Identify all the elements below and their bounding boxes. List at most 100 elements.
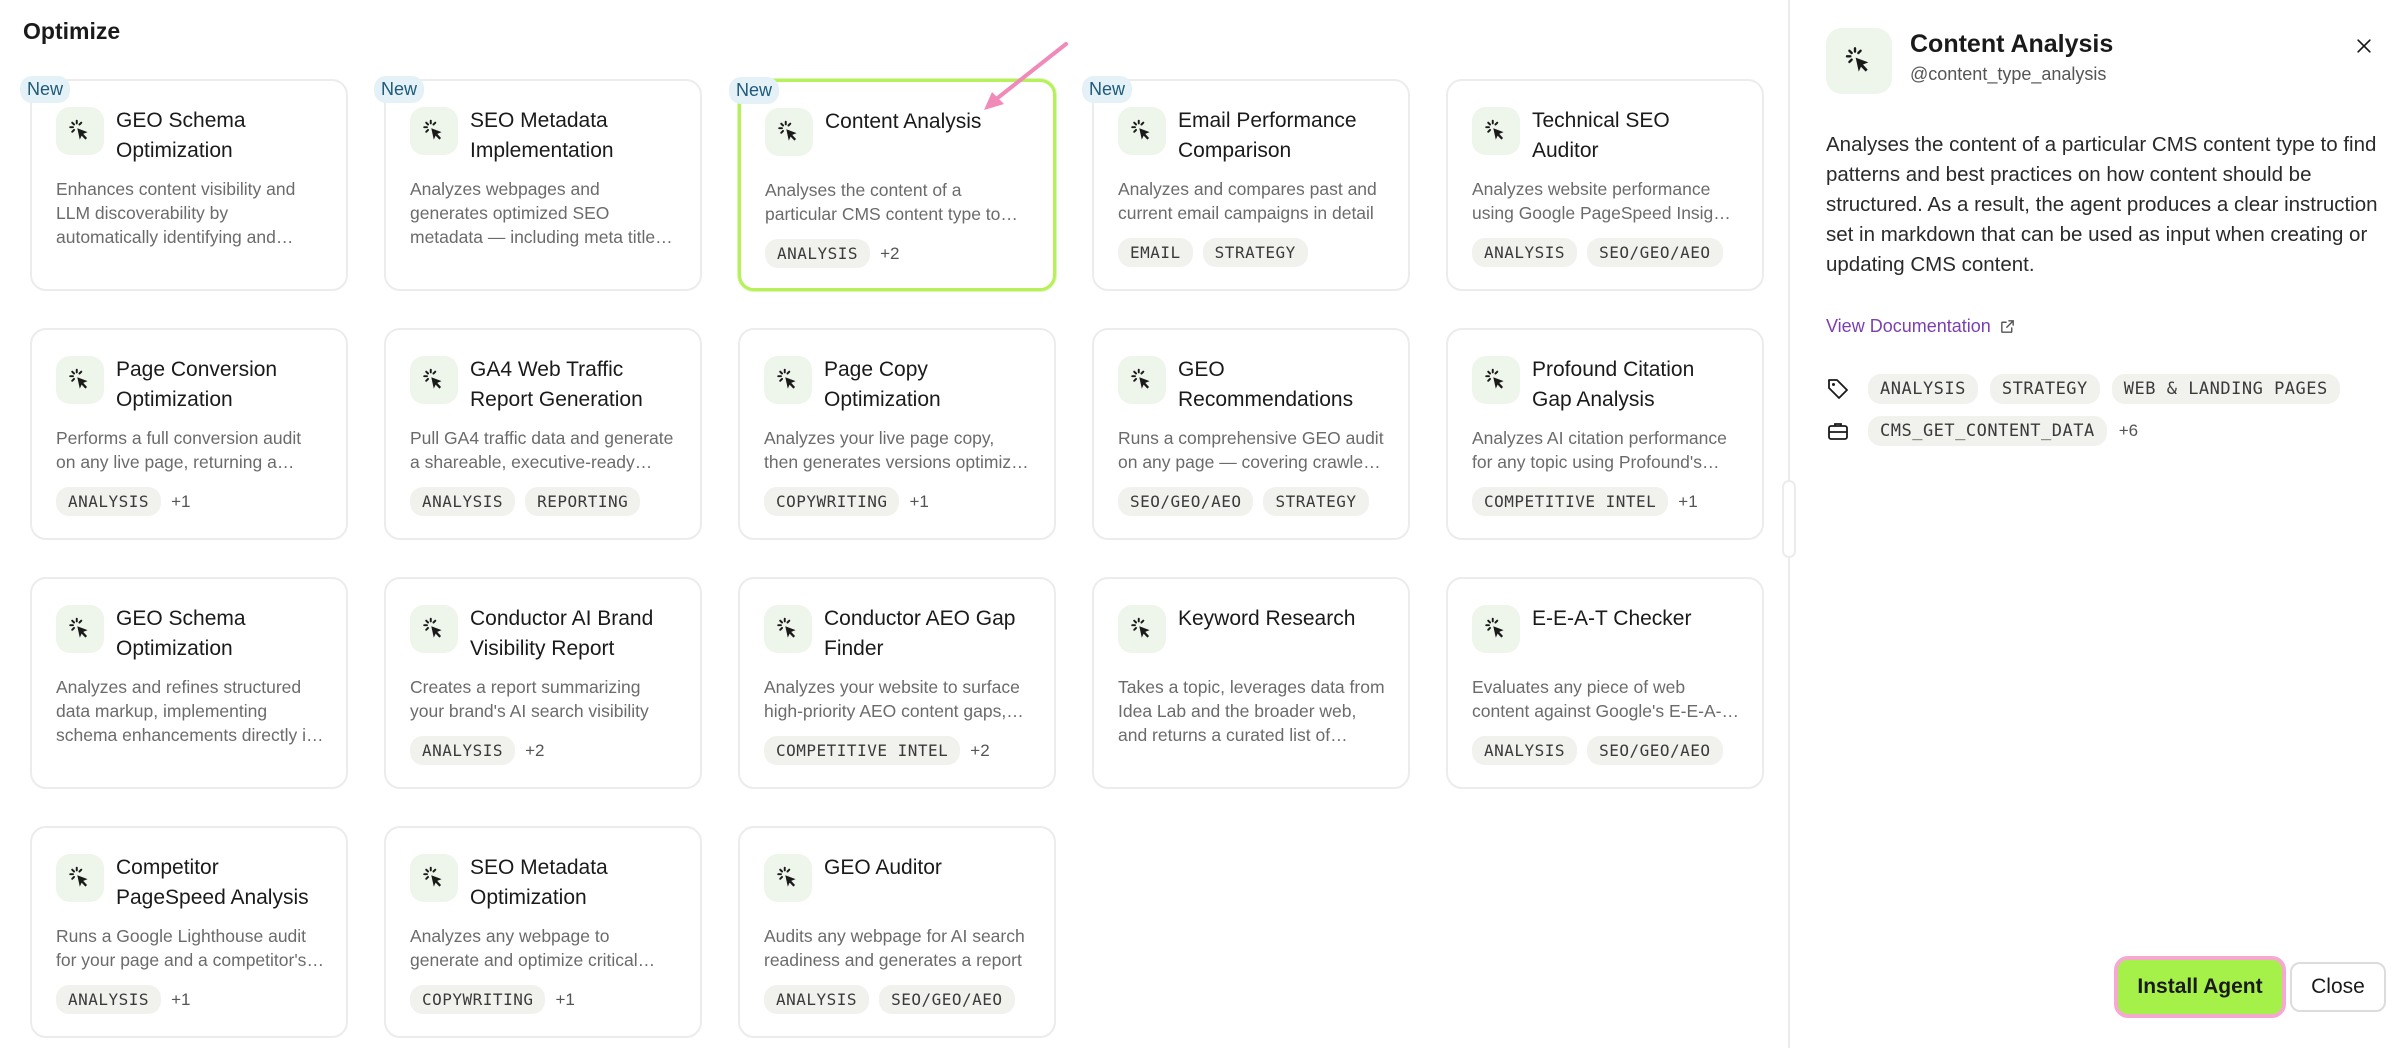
agent-card-tags: COMPETITIVE INTEL +2: [764, 736, 990, 765]
more-tags-count: +1: [171, 491, 191, 511]
agent-card-tags: SEO/GEO/AEO STRATEGY: [1118, 487, 1369, 516]
tag-icon: [1828, 379, 1848, 399]
agent-card-title: Page Conversion Optimization: [116, 358, 278, 411]
agent-card-title: Content Analysis: [825, 110, 982, 133]
panel-tag: WEB & LANDING PAGES: [2111, 374, 2340, 404]
cursor-click-icon: [1472, 107, 1520, 155]
agent-card-tags: ANALYSIS +1: [56, 985, 190, 1014]
new-badge: New: [374, 76, 425, 103]
agent-catalog: Optimize New GEO Schema Optimization Enhan…: [0, 0, 1788, 1048]
agent-tag: EMAIL: [1118, 238, 1193, 267]
agent-card[interactable]: GEO Recommendations Runs a comprehensive …: [1092, 328, 1410, 540]
close-button[interactable]: Close: [2290, 962, 2386, 1012]
agent-card[interactable]: Page Conversion Optimization Performs a f…: [30, 328, 348, 540]
agent-detail-panel: Content Analysis @content_type_analysis …: [1790, 0, 2398, 1048]
agent-card[interactable]: GEO Auditor Audits any webpage for AI sea…: [738, 826, 1056, 1038]
agent-card[interactable]: Profound Citation Gap Analysis Analyzes A…: [1446, 328, 1764, 540]
panel-tag: STRATEGY: [1989, 374, 2100, 404]
panel-title: Content Analysis: [1910, 30, 2114, 58]
agent-card-description: Performs a full conversion audit on any …: [56, 428, 302, 472]
view-documentation-link[interactable]: View Documentation: [1826, 316, 2016, 337]
agent-card-tags: ANALYSIS REPORTING: [410, 487, 641, 516]
agent-card[interactable]: New SEO Metadata Implementation Analyzes w…: [374, 76, 702, 291]
agent-card-description: Evaluates any piece of web content again…: [1472, 677, 1732, 721]
agent-tag: ANALYSIS: [56, 487, 162, 516]
agent-tag: COMPETITIVE INTEL: [764, 736, 961, 765]
agent-card-title: GA4 Web Traffic Report Generation: [470, 358, 643, 411]
install-agent-label: Install Agent: [2137, 975, 2263, 998]
cursor-click-icon: [1826, 28, 1892, 94]
agent-card-tags: ANALYSIS +2: [410, 736, 544, 765]
agent-tag: SEO/GEO/AEO: [879, 985, 1015, 1014]
cursor-click-icon: [410, 854, 458, 902]
agent-card-title: Technical SEO Auditor: [1532, 109, 1670, 162]
pointer-arrow: [984, 42, 1068, 110]
more-tags-count: +1: [1678, 491, 1698, 511]
agent-card[interactable]: E-E-A-T Checker Evaluates any piece of we…: [1446, 577, 1764, 789]
agent-card-description: Analyzes and compares past and current e…: [1118, 179, 1377, 223]
agent-card-description: Runs a comprehensive GEO audit on any pa…: [1118, 428, 1384, 472]
panel-tool: CMS_GET_CONTENT_DATA: [1868, 416, 2107, 446]
agent-tag: ANALYSIS: [764, 985, 870, 1014]
agent-card-tags: ANALYSIS SEO/GEO/AEO: [1472, 736, 1723, 765]
more-tags-count: +2: [880, 243, 900, 263]
cursor-click-icon: [1118, 605, 1166, 653]
new-badge: New: [20, 76, 71, 103]
agent-tag: REPORTING: [525, 487, 641, 516]
agent-card[interactable]: Technical SEO Auditor Analyzes website pe…: [1446, 79, 1764, 291]
cursor-click-icon: [765, 108, 813, 156]
cursor-click-icon: [56, 605, 104, 653]
cursor-click-icon: [764, 605, 812, 653]
agent-card[interactable]: Conductor AI Brand Visibility Report Crea…: [384, 577, 702, 789]
agent-description: Analyses the content of a particular CMS…: [1826, 133, 2378, 276]
agent-card[interactable]: Competitor PageSpeed Analysis Runs a Goog…: [30, 826, 348, 1038]
cursor-click-icon: [1118, 356, 1166, 404]
agent-card[interactable]: Conductor AEO Gap Finder Analyzes your we…: [738, 577, 1056, 789]
agent-card-title: GEO Schema Optimization: [116, 109, 246, 162]
external-link-icon: [2000, 320, 2014, 333]
agent-tag: ANALYSIS: [410, 487, 516, 516]
agent-card-title: GEO Schema Optimization: [116, 607, 246, 660]
new-badge: New: [729, 77, 780, 104]
agent-card[interactable]: Keyword Research Takes a topic, leverages…: [1092, 577, 1410, 789]
agent-card-title: GEO Recommendations: [1178, 358, 1354, 411]
agent-card[interactable]: New Email Performance Comparison Analyzes …: [1082, 76, 1410, 291]
agent-card-title: Conductor AEO Gap Finder: [824, 607, 1016, 660]
agent-card-description: Enhances content visibility and LLM disc…: [56, 179, 296, 247]
agent-tag: ANALYSIS: [1472, 238, 1578, 267]
agent-card-tags: COPYWRITING +1: [410, 985, 575, 1014]
agent-card-tags: ANALYSIS SEO/GEO/AEO: [1472, 238, 1723, 267]
agent-card-title: Email Performance Comparison: [1178, 109, 1357, 162]
agent-tag: COPYWRITING: [764, 487, 900, 516]
agent-card-description: Analyzes any webpage to generate and opt…: [410, 926, 638, 970]
view-documentation-label: View Documentation: [1826, 316, 1991, 336]
agent-card-tags: ANALYSIS +1: [56, 487, 190, 516]
agent-card[interactable]: GEO Schema Optimization Analyzes and refi…: [30, 577, 348, 789]
agent-card-description: Analyzes webpages and generates optimize…: [410, 179, 664, 247]
install-agent-button[interactable]: Install Agent: [2114, 956, 2286, 1018]
agent-tag: ANALYSIS: [410, 736, 516, 765]
agent-card-tags: COPYWRITING +1: [764, 487, 929, 516]
agent-card[interactable]: Page Copy Optimization Analyzes your live…: [738, 328, 1056, 540]
agent-card-title: E-E-A-T Checker: [1532, 607, 1692, 630]
more-tags-count: +2: [525, 740, 545, 760]
agent-card-description: Analyses the content of a particular CMS…: [765, 180, 1001, 224]
more-tags-count: +2: [970, 740, 990, 760]
agent-card-description: Analyzes your website to surface high-pr…: [764, 677, 1020, 721]
page-title: Optimize: [23, 18, 121, 44]
agent-card[interactable]: SEO Metadata Optimization Analyzes any we…: [384, 826, 702, 1038]
more-tags-count: +1: [555, 989, 575, 1009]
panel-tags: ANALYSIS STRATEGY WEB & LANDING PAGES: [1826, 374, 2340, 404]
agent-tag: STRATEGY: [1202, 238, 1308, 267]
agent-card-description: Audits any webpage for AI search readine…: [764, 926, 1025, 970]
cursor-click-icon: [56, 854, 104, 902]
agent-card[interactable]: New GEO Schema Optimization Enhances conte…: [20, 76, 348, 291]
agent-card-tags: COMPETITIVE INTEL +1: [1472, 487, 1698, 516]
agent-tag: ANALYSIS: [765, 239, 871, 268]
close-icon[interactable]: [2350, 32, 2378, 60]
agent-tag: SEO/GEO/AEO: [1587, 238, 1723, 267]
agent-card-title: Page Copy Optimization: [824, 358, 941, 411]
agent-card[interactable]: GA4 Web Traffic Report Generation Pull GA…: [384, 328, 702, 540]
agent-card-description: Analyzes AI citation performance for any…: [1472, 428, 1727, 472]
more-tags-count: +1: [909, 491, 929, 511]
